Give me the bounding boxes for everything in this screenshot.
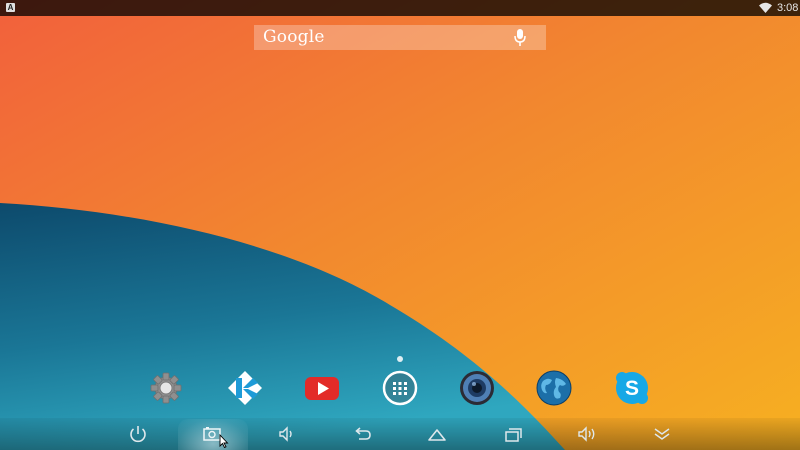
recent-apps-icon[interactable] <box>498 418 528 450</box>
volume-up-icon[interactable] <box>572 418 602 450</box>
globe-browser-icon[interactable] <box>536 370 572 406</box>
skype-icon[interactable]: S <box>614 370 650 406</box>
navigation-bar <box>0 418 800 450</box>
app-drawer-icon[interactable] <box>382 370 418 406</box>
hide-bar-icon[interactable] <box>647 418 677 450</box>
speaker-music-icon[interactable] <box>459 370 495 406</box>
back-icon[interactable] <box>347 418 377 450</box>
page-dot-icon <box>397 356 403 362</box>
google-search-bar[interactable]: Google <box>254 25 546 50</box>
svg-text:S: S <box>625 377 639 400</box>
google-logo: Google <box>263 27 325 47</box>
mouse-cursor-icon <box>219 434 229 448</box>
power-icon[interactable] <box>123 418 153 450</box>
volume-down-icon[interactable] <box>272 418 302 450</box>
home-icon[interactable] <box>422 418 452 450</box>
kodi-icon[interactable] <box>227 370 263 406</box>
youtube-icon[interactable] <box>304 370 340 406</box>
settings-gear-icon[interactable] <box>148 370 184 406</box>
mic-icon[interactable] <box>513 28 527 47</box>
status-bar: A 3:08 <box>0 0 800 16</box>
notification-a-icon[interactable]: A <box>6 3 15 12</box>
clock: 3:08 <box>777 2 799 14</box>
wifi-icon <box>759 2 772 13</box>
